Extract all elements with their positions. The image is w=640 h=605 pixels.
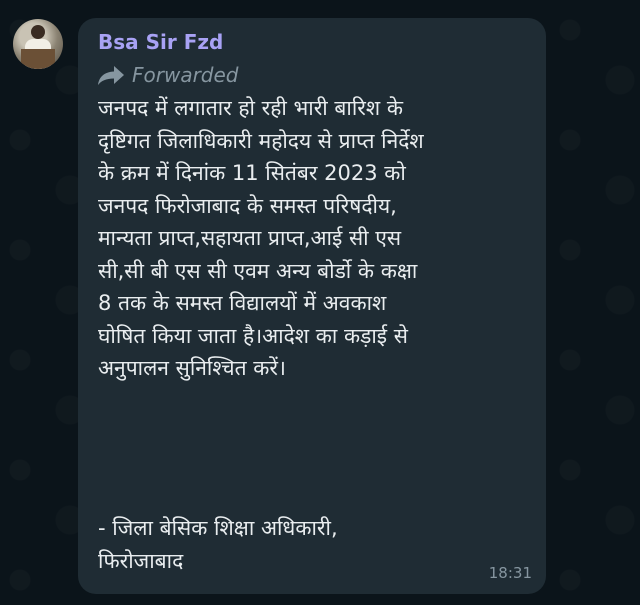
message-line: दृष्टिगत जिलाधिकारी महोदय से प्राप्त निर… [98, 128, 424, 153]
message-signature: - जिला बेसिक शिक्षा अधिकारी, फिरोजाबाद [98, 512, 338, 577]
message-line: सी,सी बी एस सी एवम अन्य बोर्डो के कक्षा [98, 258, 418, 283]
message-line: जनपद में लगातार हो रही भारी बारिश के [98, 96, 403, 120]
forwarded-text: Forwarded [132, 63, 239, 87]
message-bubble[interactable]: Bsa Sir Fzd Forwarded जनपद में लगातार हो… [78, 18, 546, 594]
message-line: जनपद फिरोजाबाद के समस्त परिषदीय, [98, 193, 397, 218]
message-body: जनपद में लगातार हो रही भारी बारिश के दृष… [98, 92, 538, 385]
message-line: के क्रम में दिनांक 11 सितंबर 2023 को [98, 161, 406, 185]
forwarded-label-row: Forwarded [96, 63, 239, 87]
avatar-head [31, 25, 45, 39]
avatar-podium [21, 49, 55, 69]
chat-background: Bsa Sir Fzd Forwarded जनपद में लगातार हो… [0, 0, 640, 605]
message-line: घोषित किया जाता है।आदेश का कड़ाई से [98, 323, 408, 348]
message-timestamp: 18:31 [488, 564, 532, 582]
message-line: 8 तक के समस्त विद्यालयों में अवकाश [98, 291, 387, 315]
message-line: अनुपालन सुनिश्चित करें। [98, 356, 286, 380]
forward-arrow-icon [98, 66, 124, 85]
sender-avatar[interactable] [13, 19, 63, 69]
signature-line: - जिला बेसिक शिक्षा अधिकारी, [98, 516, 338, 540]
signature-line: फिरोजाबाद [98, 548, 184, 573]
message-line: मान्यता प्राप्त,सहायता प्राप्त,आई सी एस [98, 226, 402, 250]
sender-name[interactable]: Bsa Sir Fzd [98, 30, 223, 54]
